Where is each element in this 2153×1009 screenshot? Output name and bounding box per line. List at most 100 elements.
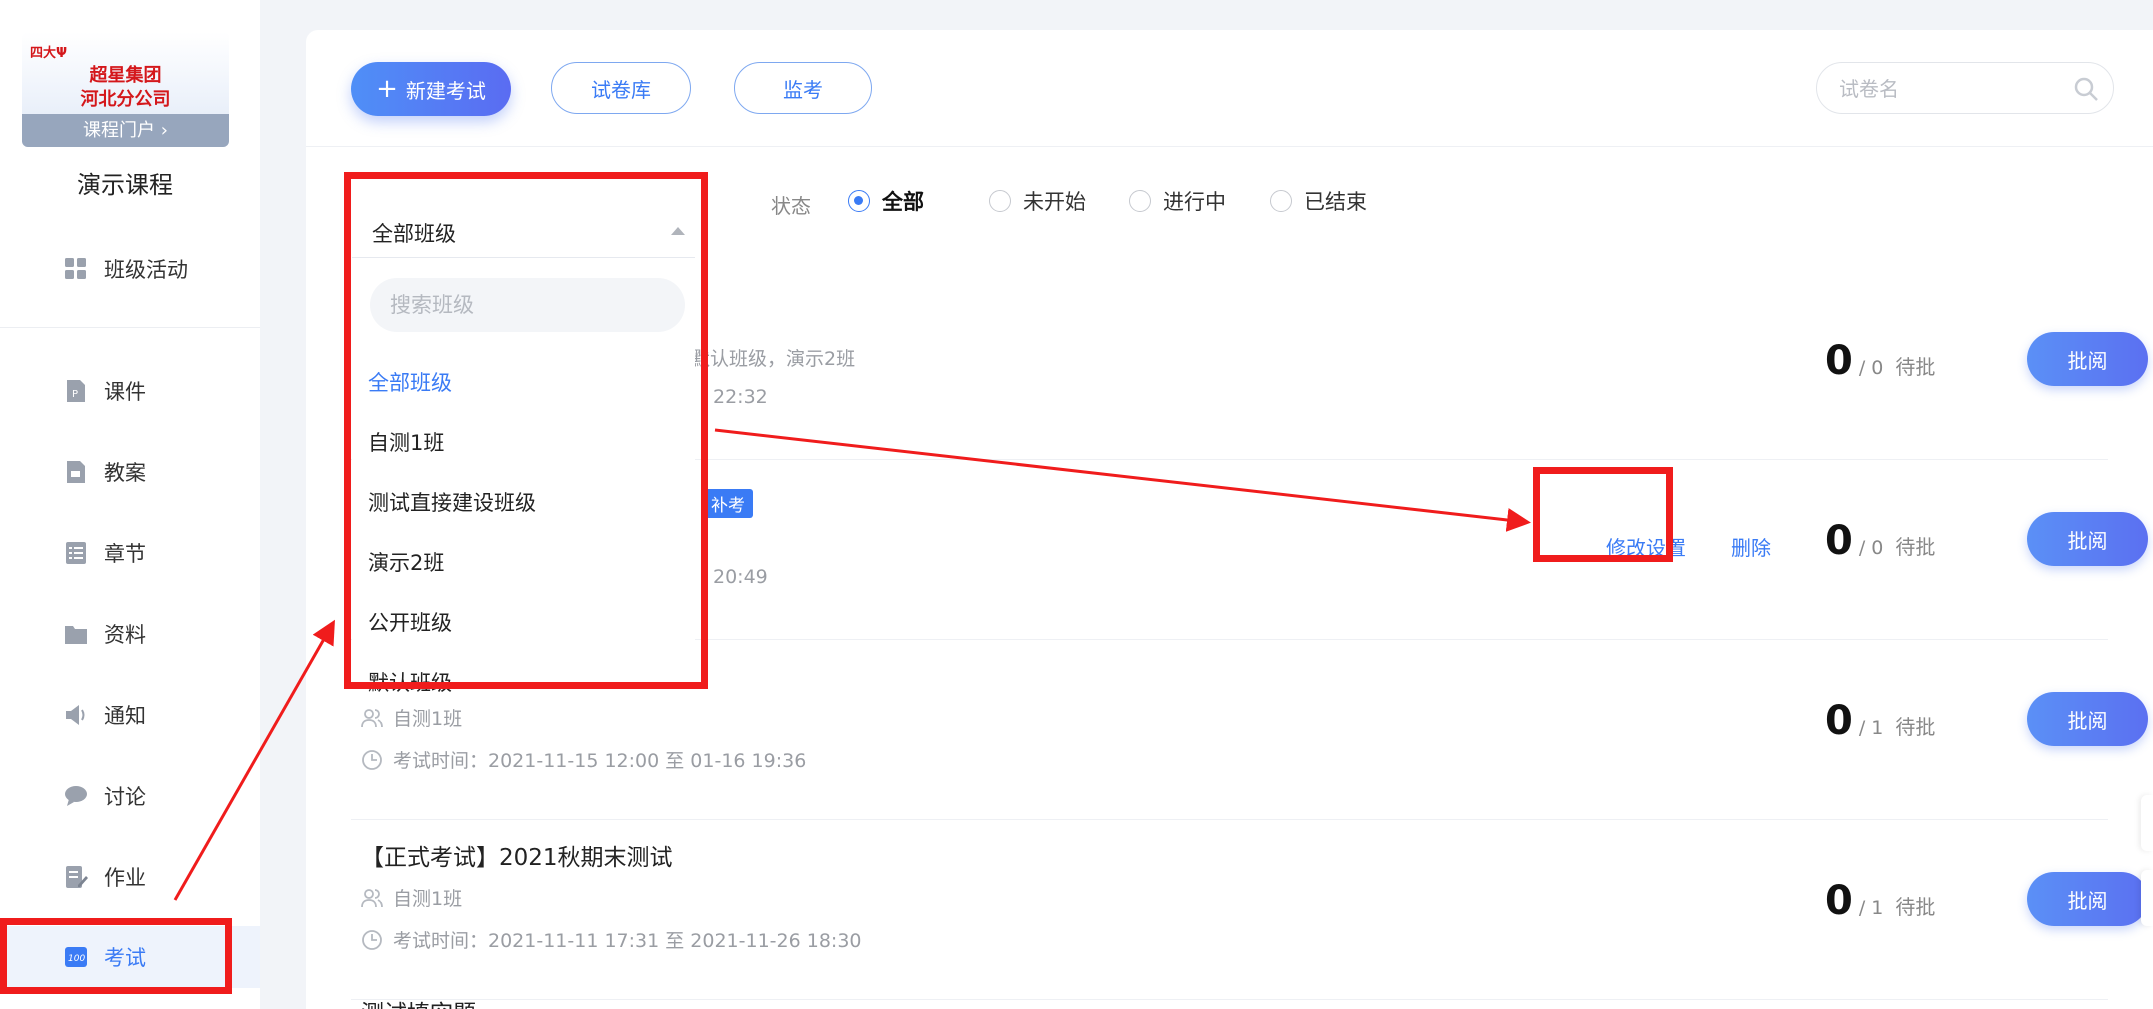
people-icon: [361, 708, 383, 727]
new-exam-button[interactable]: + 新建考试: [351, 62, 511, 116]
chat-icon: [65, 786, 87, 806]
exam-time-text: 考试时间：2021-11-15 12:00 至 01-16 19:36: [393, 750, 807, 772]
exam-time: 考试时间：2021-11-11 17:31 至 2021-11-26 18:30: [361, 926, 862, 953]
radio-label: 进行中: [1163, 190, 1226, 214]
exam-time-text: 考试时间：2021-11-11 17:31 至 2021-11-26 18:30: [393, 930, 862, 952]
status-radio-not-started[interactable]: 未开始: [989, 186, 1086, 216]
radio-circle: [1270, 190, 1292, 212]
status-radio-in-progress[interactable]: 进行中: [1129, 186, 1226, 216]
grade-button[interactable]: 批阅: [2027, 872, 2148, 926]
status-radio-all[interactable]: 全部: [848, 186, 924, 216]
sidebar-item-homework[interactable]: 作业: [0, 846, 260, 908]
delete-link[interactable]: 删除: [1731, 532, 1771, 561]
exam-classes: 自测1班: [361, 704, 462, 731]
sidebar-item-notice[interactable]: 通知: [0, 684, 260, 746]
sidebar: 四大Ψ 超星集团 河北分公司 课程门户 › 演示课程 班级活动 P 课件 教案 …: [0, 0, 260, 1009]
paper-search: [1816, 62, 2114, 114]
grade-button[interactable]: 批阅: [2027, 512, 2148, 566]
status-radio-ended[interactable]: 已结束: [1270, 186, 1367, 216]
exam-time-text: 20:49: [713, 566, 768, 588]
sidebar-item-courseware[interactable]: P 课件: [0, 360, 260, 422]
org-logo: 四大Ψ: [30, 46, 68, 61]
floating-side-tab[interactable]: [2141, 870, 2153, 926]
pending-label: 待批: [1895, 715, 1936, 739]
sidebar-item-label: 通知: [104, 704, 146, 728]
submitted-count: 0: [1825, 698, 1853, 744]
lesson-plan-icon: [67, 461, 85, 483]
annotation-box-edit-settings: [1533, 467, 1673, 562]
exam-classes-text: 自测1班: [393, 708, 463, 730]
folder-icon: [65, 626, 87, 644]
sidebar-item-label: 班级活动: [104, 258, 188, 282]
ppt-file-icon: P: [67, 380, 85, 402]
speaker-icon: [66, 705, 85, 725]
toolbar-divider: [306, 146, 2153, 147]
paper-bank-button[interactable]: 试卷库: [551, 62, 691, 114]
sidebar-item-label: 讨论: [104, 785, 146, 809]
pending-label: 待批: [1895, 355, 1936, 379]
sidebar-item-label: 作业: [104, 866, 146, 890]
radio-circle: [848, 190, 870, 212]
course-portal-link[interactable]: 课程门户 ›: [22, 114, 229, 147]
radio-label: 已结束: [1304, 190, 1367, 214]
proctor-button[interactable]: 监考: [734, 62, 872, 114]
grid-icon: [65, 258, 86, 279]
new-exam-label: 新建考试: [405, 78, 486, 103]
annotation-box-exam-nav: [0, 918, 232, 994]
submitted-count: 0: [1825, 338, 1853, 384]
people-icon: [361, 888, 383, 907]
total-count: / 0: [1858, 537, 1884, 559]
exam-title[interactable]: 测试填空题: [361, 1000, 476, 1009]
sidebar-divider: [0, 327, 260, 328]
svg-text:P: P: [72, 389, 78, 400]
submission-count: 0 / 0 待批: [1825, 518, 1935, 564]
clock-icon: [362, 749, 382, 770]
radio-circle: [989, 190, 1011, 212]
exam-classes: 自测1班: [361, 884, 462, 911]
paper-search-input[interactable]: [1837, 73, 2061, 105]
floating-side-tab[interactable]: [2141, 795, 2153, 851]
submission-count: 0 / 1 待批: [1825, 878, 1935, 924]
total-count: / 0: [1858, 357, 1884, 379]
submitted-count: 0: [1825, 518, 1853, 564]
sidebar-item-label: 章节: [104, 542, 146, 566]
makeup-exam-tag: 补考: [703, 489, 753, 518]
sidebar-item-label: 课件: [104, 380, 146, 404]
list-icon: [66, 542, 86, 564]
pending-label: 待批: [1895, 535, 1936, 559]
submitted-count: 0: [1825, 878, 1853, 924]
course-cover[interactable]: 四大Ψ 超星集团 河北分公司 课程门户 ›: [22, 32, 229, 147]
sidebar-item-materials[interactable]: 资料: [0, 603, 260, 665]
clock-icon: [362, 929, 382, 950]
sidebar-item-class-activity[interactable]: 班级活动: [0, 238, 260, 300]
radio-label: 全部: [882, 190, 924, 214]
exam-row[interactable]: 测试填空题: [351, 1000, 2108, 1009]
pending-label: 待批: [1895, 895, 1936, 919]
plus-icon: +: [376, 74, 398, 104]
exam-time-text: 22:32: [713, 386, 768, 408]
search-icon[interactable]: [2073, 76, 2099, 102]
exam-row[interactable]: 【正式考试】2021秋期末测试 自测1班 考试时间：2021-11-11 17:…: [351, 820, 2148, 1000]
course-title: 演示课程: [77, 171, 173, 199]
sidebar-item-discussion[interactable]: 讨论: [0, 765, 260, 827]
status-filter-label: 状态: [771, 194, 811, 218]
exam-title[interactable]: 【正式考试】2021秋期末测试: [361, 838, 673, 872]
annotation-box-class-dropdown: [344, 172, 708, 689]
radio-circle: [1129, 190, 1151, 212]
homework-icon: [66, 866, 88, 888]
exam-classes-text: 默认班级，演示2班: [691, 348, 856, 370]
submission-count: 0 / 0 待批: [1825, 338, 1935, 384]
total-count: / 1: [1858, 897, 1884, 919]
sidebar-item-lesson-plan[interactable]: 教案: [0, 441, 260, 503]
radio-label: 未开始: [1023, 190, 1086, 214]
sidebar-item-label: 资料: [104, 623, 146, 647]
submission-count: 0 / 1 待批: [1825, 698, 1935, 744]
org-name: 超星集团 河北分公司: [80, 65, 171, 110]
grade-button[interactable]: 批阅: [2027, 332, 2148, 386]
total-count: / 1: [1858, 717, 1884, 739]
grade-button[interactable]: 批阅: [2027, 692, 2148, 746]
sidebar-item-chapters[interactable]: 章节: [0, 522, 260, 584]
sidebar-item-label: 教案: [104, 461, 146, 485]
exam-classes-text: 自测1班: [393, 888, 463, 910]
exam-time: 考试时间：2021-11-15 12:00 至 01-16 19:36: [361, 746, 806, 773]
